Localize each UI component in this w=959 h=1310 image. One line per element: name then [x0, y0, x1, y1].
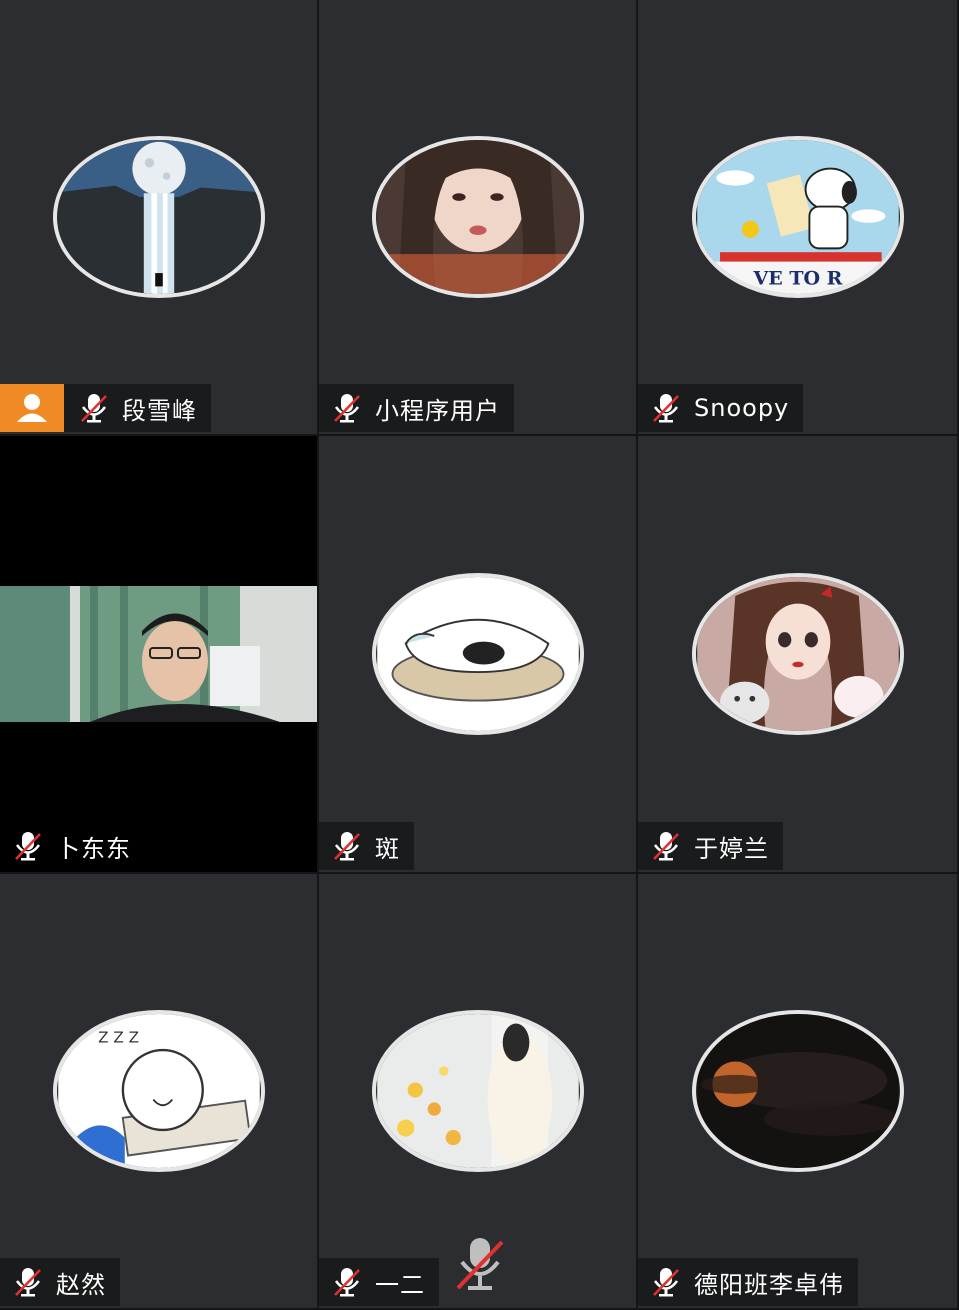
participant-name: 斑	[375, 834, 400, 863]
participant-tile[interactable]: 卜东东	[0, 436, 319, 874]
avatar	[371, 573, 584, 735]
participant-name: 于婷兰	[694, 834, 769, 863]
video-grid: 段雪峰 小程序用户 VE TO R Snoopy 卜东东 斑 于婷兰 Z Z Z…	[0, 0, 959, 1310]
mic-muted-icon[interactable]	[648, 390, 684, 426]
dark-moon-image	[696, 1014, 899, 1168]
avatar	[691, 1010, 904, 1172]
participant-name: 赵然	[56, 1270, 106, 1299]
mic-muted-icon[interactable]	[10, 828, 46, 864]
avatar: Z Z Z	[52, 1010, 265, 1172]
participant-name: 段雪峰	[122, 396, 197, 425]
flower-photo-image	[376, 1014, 579, 1168]
name-bar: 段雪峰	[0, 384, 211, 432]
mic-muted-icon[interactable]	[76, 390, 112, 426]
avatar	[691, 573, 904, 735]
participant-tile[interactable]: 小程序用户	[319, 0, 638, 436]
mic-muted-icon[interactable]	[10, 1264, 46, 1300]
girl-portrait-image	[376, 140, 579, 294]
avatar: VE TO R	[691, 136, 904, 298]
sleep-caption: Z Z Z	[98, 1029, 139, 1047]
participant-name: Snoopy	[694, 394, 790, 422]
participant-tile[interactable]: 段雪峰	[0, 0, 319, 436]
mic-muted-icon[interactable]	[648, 1264, 684, 1300]
mic-muted-icon[interactable]	[452, 1234, 508, 1296]
name-bar: 于婷兰	[638, 822, 783, 870]
name-bar: 斑	[319, 822, 414, 870]
participant-name: 德阳班李卓伟	[694, 1270, 844, 1299]
snoopy-cartoon-image: VE TO R	[696, 140, 899, 294]
name-bar: 卜东东	[0, 822, 145, 870]
mic-muted-icon[interactable]	[648, 828, 684, 864]
avatar	[371, 1010, 584, 1172]
name-bar: 小程序用户	[319, 384, 514, 432]
participant-name: 小程序用户	[375, 396, 500, 425]
sleeping-cat-sketch-image	[376, 577, 579, 731]
video-feed	[0, 586, 317, 722]
name-bar: 德阳班李卓伟	[638, 1258, 858, 1306]
participant-tile[interactable]: 德阳班李卓伟	[638, 874, 959, 1310]
avatar	[371, 136, 584, 298]
participant-tile[interactable]: VE TO R Snoopy	[638, 0, 959, 436]
host-icon	[0, 384, 64, 432]
mic-muted-icon[interactable]	[329, 1264, 365, 1300]
avatar-caption: VE TO R	[752, 267, 842, 289]
moon-waterfall-image	[57, 140, 260, 294]
name-bar: 赵然	[0, 1258, 120, 1306]
participant-name: 卜东东	[56, 834, 131, 863]
participant-tile[interactable]: 于婷兰	[638, 436, 959, 874]
mic-muted-icon[interactable]	[329, 390, 365, 426]
name-bar: 一二	[319, 1258, 439, 1306]
participant-tile[interactable]: 斑	[319, 436, 638, 874]
anime-girl-with-cats-image	[696, 577, 899, 731]
mic-muted-icon[interactable]	[329, 828, 365, 864]
participant-name: 一二	[375, 1270, 425, 1299]
name-bar: Snoopy	[638, 384, 804, 432]
camera-feed-image	[0, 586, 317, 722]
participant-tile[interactable]: Z Z Z 赵然	[0, 874, 319, 1310]
sleeping-cartoon-image: Z Z Z	[57, 1014, 260, 1168]
avatar	[52, 136, 265, 298]
